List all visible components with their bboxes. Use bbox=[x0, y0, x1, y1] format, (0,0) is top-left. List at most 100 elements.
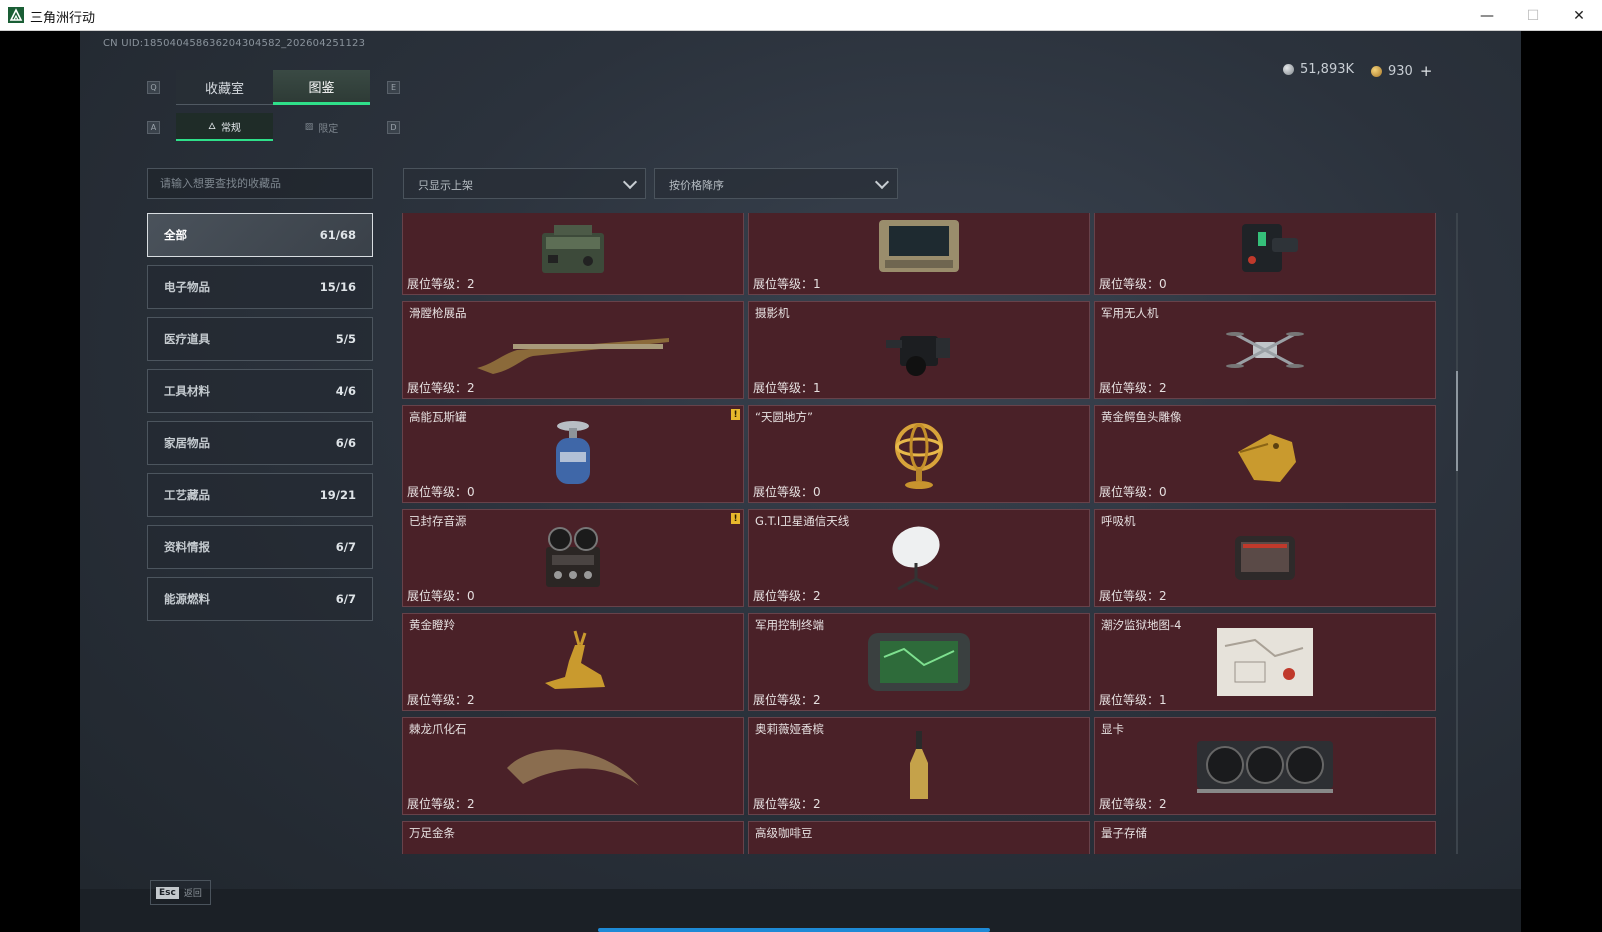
item-name: “天圆地方” bbox=[755, 410, 813, 424]
subtab-regular[interactable]: 🜂 常规 bbox=[176, 113, 273, 141]
tab-catalog[interactable]: 图鉴 bbox=[273, 70, 370, 105]
item-level: 展位等级：2 bbox=[753, 797, 821, 811]
back-button[interactable]: Esc 返回 bbox=[150, 880, 211, 905]
item-card[interactable]: 滑膛枪展品 展位等级：2 bbox=[402, 301, 744, 399]
chevron-down-icon bbox=[874, 174, 890, 190]
player-uid: CN UID:1850404586362043045​82_2026042511… bbox=[103, 38, 366, 49]
category-medical[interactable]: 医疗道具 5/5 bbox=[147, 317, 373, 361]
add-currency-button[interactable]: + bbox=[1420, 62, 1433, 80]
item-level: 展位等级：0 bbox=[407, 485, 475, 499]
item-name: 量子存储 bbox=[1101, 826, 1147, 840]
ventilator-icon bbox=[1235, 536, 1295, 580]
category-count: 5/5 bbox=[335, 332, 356, 346]
currency-gold-value: 930 bbox=[1388, 63, 1413, 79]
item-card[interactable]: 军用无人机 展位等级：2 bbox=[1094, 301, 1436, 399]
esc-key-hint: Esc bbox=[156, 886, 179, 899]
category-all[interactable]: 全部 61/68 bbox=[147, 213, 373, 257]
item-card[interactable]: 量子存储 bbox=[1094, 821, 1436, 854]
item-card[interactable]: 摄影机 展位等级：1 bbox=[748, 301, 1090, 399]
item-card[interactable]: 展位等级：0 bbox=[1094, 213, 1436, 295]
item-card[interactable]: 呼吸机 展位等级：2 bbox=[1094, 509, 1436, 607]
item-card[interactable]: 高能瓦斯罐 ! 展位等级：0 bbox=[402, 405, 744, 503]
close-button[interactable]: ✕ bbox=[1556, 0, 1602, 31]
item-level: 展位等级：0 bbox=[1099, 485, 1167, 499]
category-intel[interactable]: 资料情报 6/7 bbox=[147, 525, 373, 569]
item-level: 展位等级：2 bbox=[407, 277, 475, 291]
category-tools[interactable]: 工具材料 4/6 bbox=[147, 369, 373, 413]
category-label: 医疗道具 bbox=[164, 332, 210, 346]
item-level: 展位等级：0 bbox=[1099, 277, 1167, 291]
subtab-limited-label: 限定 bbox=[318, 123, 339, 135]
search-input[interactable] bbox=[147, 168, 373, 199]
category-count: 4/6 bbox=[335, 384, 356, 398]
item-card[interactable]: “天圆地方” 展位等级：0 bbox=[748, 405, 1090, 503]
item-name: 军用控制终端 bbox=[755, 618, 824, 632]
currency-gold: 930 + bbox=[1371, 62, 1432, 80]
gold-coin-icon bbox=[1371, 65, 1382, 77]
maximize-button[interactable]: ☐ bbox=[1510, 0, 1556, 31]
sort-value: 按价格降序 bbox=[669, 179, 724, 192]
subtab-limited[interactable]: ▨ 限定 bbox=[273, 113, 370, 141]
key-hint-a: A bbox=[147, 121, 160, 134]
item-level: 展位等级：2 bbox=[1099, 589, 1167, 603]
minimize-button[interactable]: — bbox=[1464, 0, 1510, 31]
item-card[interactable]: 万足金条 bbox=[402, 821, 744, 854]
grid-scrollbar[interactable] bbox=[1456, 213, 1458, 854]
category-label: 家居物品 bbox=[164, 436, 210, 450]
claw-fossil-icon bbox=[507, 749, 639, 786]
musket-icon bbox=[477, 338, 669, 374]
item-name: 呼吸机 bbox=[1101, 514, 1136, 528]
sort-dropdown[interactable]: 按价格降序 bbox=[654, 168, 898, 199]
item-card[interactable]: 显卡 展位等级：2 bbox=[1094, 717, 1436, 815]
item-name: 奥莉薇娅香槟 bbox=[755, 722, 824, 736]
item-name: 黄金瞪羚 bbox=[409, 618, 455, 632]
item-level: 展位等级：1 bbox=[753, 381, 821, 395]
grid-scroll-thumb[interactable] bbox=[1456, 371, 1458, 471]
item-name: 高级咖啡豆 bbox=[755, 826, 813, 840]
shelf-filter-dropdown[interactable]: 只显示上架 bbox=[403, 168, 646, 199]
tape-recorder-icon bbox=[546, 527, 600, 587]
item-name: 军用无人机 bbox=[1101, 306, 1159, 320]
item-card[interactable]: 已封存音源 ! 展位等级：0 bbox=[402, 509, 744, 607]
subtab-regular-label: 常规 bbox=[220, 122, 241, 134]
item-level: 展位等级：0 bbox=[753, 485, 821, 499]
item-name: 黄金鳄鱼头雕像 bbox=[1101, 410, 1182, 424]
category-energy[interactable]: 能源燃料 6/7 bbox=[147, 577, 373, 621]
item-card[interactable]: 黄金瞪羚 展位等级：2 bbox=[402, 613, 744, 711]
category-crafts[interactable]: 工艺藏品 19/21 bbox=[147, 473, 373, 517]
item-card[interactable]: 奥莉薇娅香槟 展位等级：2 bbox=[748, 717, 1090, 815]
image-icon: ▨ bbox=[304, 122, 314, 132]
category-label: 工具材料 bbox=[164, 384, 210, 398]
warning-icon: ! bbox=[731, 513, 740, 524]
item-level: 展位等级：2 bbox=[1099, 797, 1167, 811]
item-card[interactable]: G.T.I卫星通信天线 展位等级：2 bbox=[748, 509, 1090, 607]
tab-collection-room[interactable]: 收藏室 bbox=[176, 70, 273, 105]
warning-icon: ! bbox=[731, 409, 740, 420]
item-card[interactable]: 展位等级：1 bbox=[748, 213, 1090, 295]
category-household[interactable]: 家居物品 6/6 bbox=[147, 421, 373, 465]
device-icon bbox=[1242, 224, 1298, 272]
item-card[interactable]: 高级咖啡豆 bbox=[748, 821, 1090, 854]
item-card[interactable]: 棘龙爪化石 展位等级：2 bbox=[402, 717, 744, 815]
satellite-dish-icon bbox=[892, 526, 940, 591]
item-card[interactable]: 潮汐监狱地图-4 展位等级：1 bbox=[1094, 613, 1436, 711]
category-electronics[interactable]: 电子物品 15/16 bbox=[147, 265, 373, 309]
item-name: 高能瓦斯罐 bbox=[409, 410, 467, 424]
item-level: 展位等级：2 bbox=[407, 381, 475, 395]
item-card[interactable]: 黄金鳄鱼头雕像 展位等级：0 bbox=[1094, 405, 1436, 503]
item-card[interactable]: 展位等级：2 bbox=[402, 213, 744, 295]
control-terminal-icon bbox=[868, 633, 970, 691]
item-card[interactable]: 军用控制终端 展位等级：2 bbox=[748, 613, 1090, 711]
key-hint-q: Q bbox=[147, 81, 160, 94]
gold-crocodile-icon bbox=[1238, 434, 1296, 482]
item-name: 潮汐监狱地图-4 bbox=[1101, 618, 1182, 632]
item-level: 展位等级：0 bbox=[407, 589, 475, 603]
chevron-down-icon bbox=[622, 174, 638, 190]
map-icon bbox=[1217, 628, 1313, 696]
item-level: 展位等级：1 bbox=[1099, 693, 1167, 707]
category-label: 能源燃料 bbox=[164, 592, 210, 606]
item-level: 展位等级：2 bbox=[753, 589, 821, 603]
bottom-bar bbox=[80, 889, 1521, 932]
item-name: G.T.I卫星通信天线 bbox=[755, 514, 850, 528]
item-name: 显卡 bbox=[1101, 722, 1124, 736]
